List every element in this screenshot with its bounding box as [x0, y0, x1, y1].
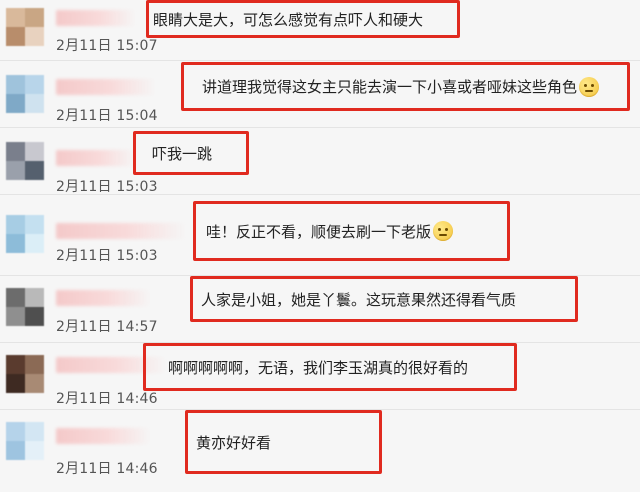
comment-text: 啊啊啊啊啊，无语，我们李玉湖真的很好看的 — [168, 358, 469, 377]
username-redacted — [56, 10, 136, 26]
avatar-tile — [25, 441, 44, 460]
avatar-tile — [25, 8, 44, 27]
avatar-tile — [6, 161, 25, 180]
avatar-tile — [25, 161, 44, 180]
comment-time: 2月11日 14:57 — [56, 319, 158, 335]
avatar-tile — [6, 75, 25, 94]
comment-time: 2月11日 15:03 — [56, 179, 158, 195]
comment-row: 2月11日 14:46 黄亦好好看 — [0, 410, 640, 492]
avatar[interactable] — [6, 215, 44, 253]
avatar-tile — [6, 441, 25, 460]
avatar[interactable] — [6, 75, 44, 113]
comment-highlight-box: 人家是小姐，她是丫鬟。这玩意果然还得看气质 — [190, 276, 578, 322]
avatar-tile — [6, 8, 25, 27]
avatar-tile — [25, 142, 44, 161]
comment-text: 讲道理我觉得这女主只能去演一下小喜或者哑妹这些角色 — [202, 78, 578, 96]
avatar-tile — [6, 355, 25, 374]
avatar-tile — [25, 75, 44, 94]
comment-time: 2月11日 15:07 — [56, 38, 158, 54]
avatar-tile — [6, 142, 25, 161]
thinking-face-icon — [433, 221, 454, 241]
comment-time: 2月11日 14:46 — [56, 391, 158, 407]
avatar-tile — [25, 355, 44, 374]
comment-text: 人家是小姐，她是丫鬟。这玩意果然还得看气质 — [201, 290, 517, 309]
comment-row: 2月11日 15:03 哇！反正不看，顺便去刷一下老版 — [0, 195, 640, 276]
avatar-tile — [6, 288, 25, 307]
comment-highlight-box: 讲道理我觉得这女主只能去演一下小喜或者哑妹这些角色 — [181, 62, 630, 111]
username-redacted — [56, 79, 156, 95]
comment-row: 2月11日 14:57 人家是小姐，她是丫鬟。这玩意果然还得看气质 — [0, 276, 640, 343]
avatar[interactable] — [6, 8, 44, 46]
comment-time: 2月11日 14:46 — [56, 461, 158, 477]
comment-time: 2月11日 15:03 — [56, 248, 158, 264]
thinking-face-icon — [579, 76, 600, 97]
avatar-tile — [6, 27, 25, 46]
avatar-tile — [6, 307, 25, 326]
username-redacted — [56, 428, 151, 444]
avatar-tile — [6, 422, 25, 441]
avatar-tile — [25, 374, 44, 393]
comment-highlight-box: 眼睛大是大，可怎么感觉有点吓人和硬大 — [146, 0, 460, 38]
comment-row: 2月11日 14:46 啊啊啊啊啊，无语，我们李玉湖真的很好看的 — [0, 343, 640, 410]
avatar-tile — [6, 374, 25, 393]
avatar-tile — [6, 94, 25, 113]
avatar[interactable] — [6, 355, 44, 393]
avatar[interactable] — [6, 288, 44, 326]
comment-text: 哇！反正不看，顺便去刷一下老版 — [206, 222, 432, 241]
comment-text: 眼睛大是大，可怎么感觉有点吓人和硬大 — [153, 10, 424, 29]
comment-text: 吓我一跳 — [152, 144, 213, 163]
username-redacted — [56, 150, 136, 166]
comment-text: 黄亦好好看 — [196, 433, 272, 452]
avatar-tile — [25, 422, 44, 441]
avatar-tile — [6, 215, 25, 234]
avatar-tile — [6, 234, 25, 253]
comment-highlight-box: 啊啊啊啊啊，无语，我们李玉湖真的很好看的 — [143, 343, 517, 391]
comment-row: 2月11日 15:04 讲道理我觉得这女主只能去演一下小喜或者哑妹这些角色 — [0, 61, 640, 128]
avatar[interactable] — [6, 422, 44, 460]
avatar-tile — [25, 288, 44, 307]
avatar-tile — [25, 307, 44, 326]
comment-highlight-box: 吓我一跳 — [133, 131, 249, 175]
avatar-tile — [25, 27, 44, 46]
comment-row: 2月11日 15:07 眼睛大是大，可怎么感觉有点吓人和硬大 — [0, 0, 640, 61]
username-redacted — [56, 223, 186, 239]
comment-row: 2月11日 15:03 吓我一跳 — [0, 128, 640, 195]
comment-time: 2月11日 15:04 — [56, 108, 158, 124]
avatar-tile — [25, 215, 44, 234]
avatar-tile — [25, 94, 44, 113]
comment-highlight-box: 哇！反正不看，顺便去刷一下老版 — [193, 201, 510, 261]
comment-highlight-box: 黄亦好好看 — [185, 410, 382, 474]
avatar-tile — [25, 234, 44, 253]
avatar[interactable] — [6, 142, 44, 180]
username-redacted — [56, 290, 151, 306]
